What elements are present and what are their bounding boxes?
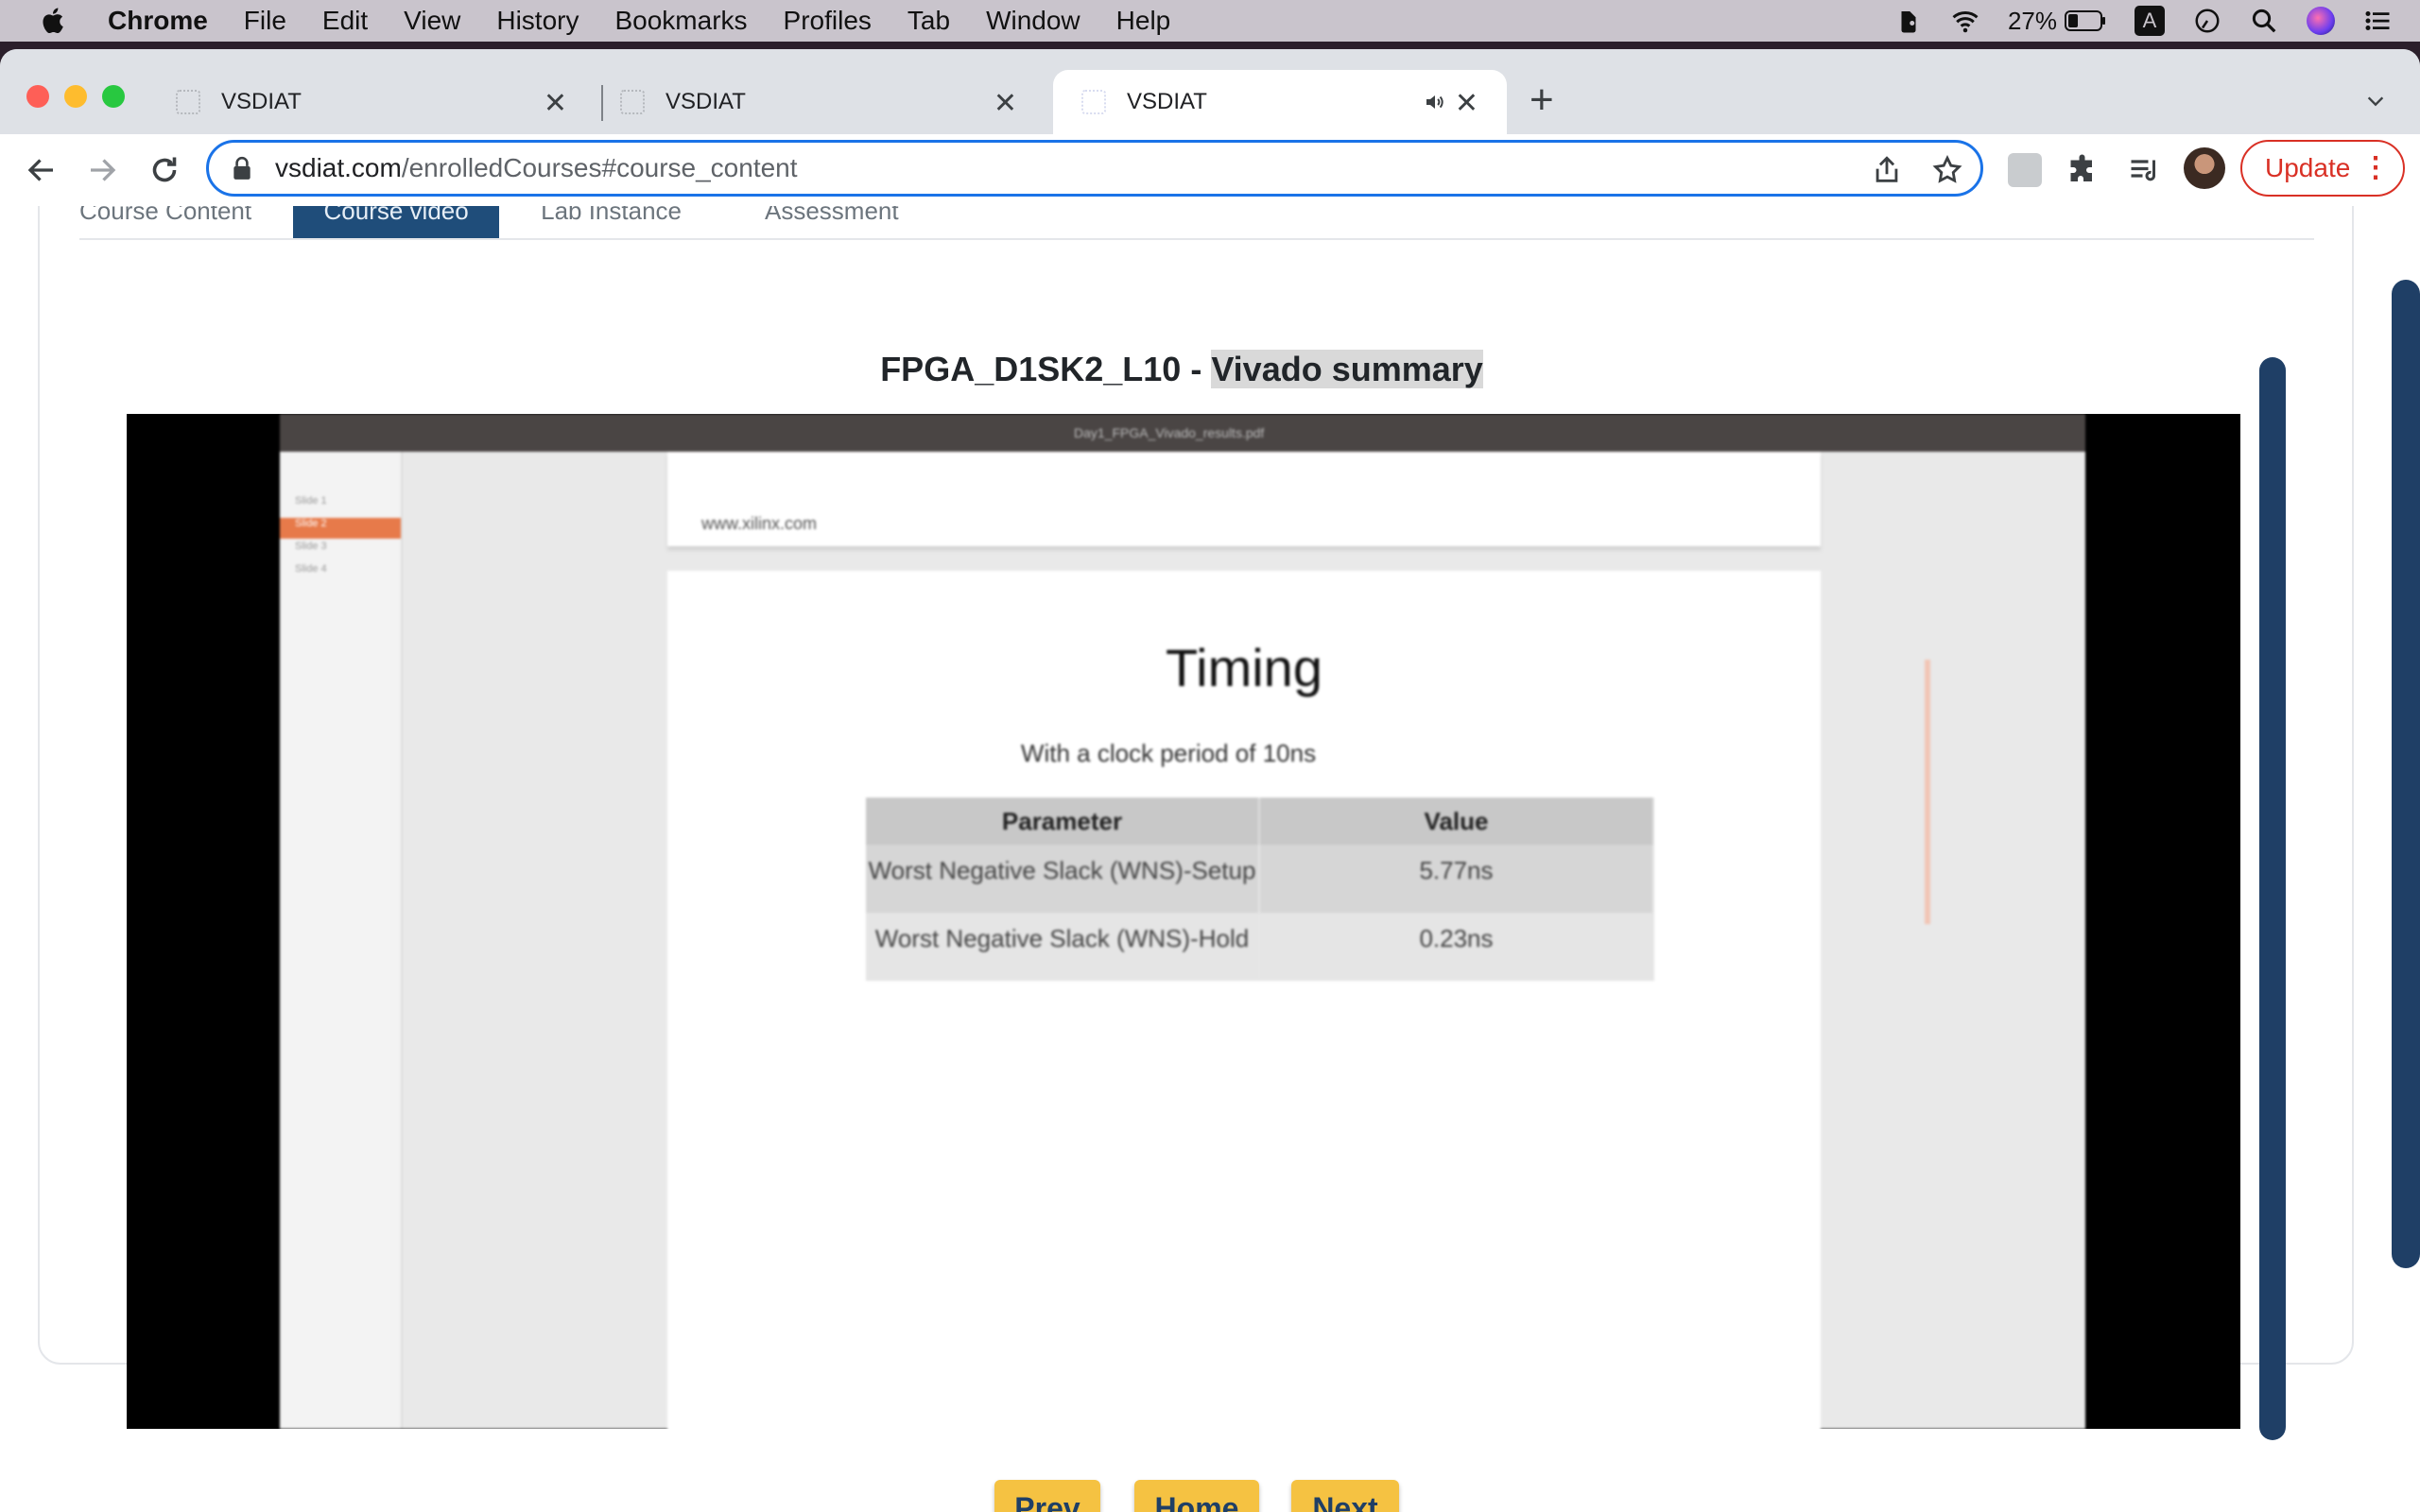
window-zoom-button[interactable] (102, 85, 125, 108)
battery-icon[interactable] (2065, 9, 2106, 32)
tab-search-chevron-down-icon[interactable] (2365, 91, 2386, 112)
pdf-sidebar-item-selected: Slide 2 (280, 518, 401, 539)
tab-close-icon[interactable]: ✕ (544, 87, 567, 120)
menubar-status-area: 27% A (1894, 0, 2420, 42)
pdf-page-url: www.xilinx.com (701, 514, 818, 533)
tab-lab-instance[interactable]: Lab Instance (499, 206, 723, 238)
browser-toolbar: vsdiat.com/enrolledCourses#course_conten… (0, 134, 2420, 206)
pdf-page-current: Timing With a clock period of 10ns Param… (667, 571, 1821, 1429)
update-label: Update (2265, 153, 2351, 182)
tab-assessment[interactable]: Assessment (723, 206, 941, 238)
prev-button[interactable]: Prev (994, 1480, 1100, 1512)
tab-title: VSDIAT (221, 89, 302, 114)
url-path: /enrolledCourses#course_content (401, 153, 798, 182)
next-button[interactable]: Next (1291, 1480, 1399, 1512)
reload-icon[interactable] (147, 153, 182, 187)
table-cell-value: 5.77ns (1259, 845, 1654, 913)
tab-title: VSDIAT (666, 89, 746, 114)
video-title-prefix: FPGA_D1SK2_L10 - (880, 350, 1212, 388)
extension-icon[interactable] (2008, 153, 2042, 187)
tab-title: VSDIAT (1127, 89, 1207, 114)
bookmark-star-icon[interactable] (1931, 154, 1963, 186)
evernote-icon[interactable] (1894, 7, 1923, 35)
clock-app-icon[interactable] (2193, 7, 2221, 35)
chrome-window: VSDIAT ✕ VSDIAT ✕ VSDIAT ✕ + vsdiat.com /… (0, 49, 2420, 1512)
tab-audio-speaker-icon[interactable] (1424, 91, 1446, 113)
apple-logo-icon[interactable] (38, 5, 70, 37)
table-cell-value: 0.23ns (1259, 913, 1654, 981)
video-player[interactable]: Day1_FPGA_Vivado_results.pdf Slide 1 Sli… (127, 414, 2240, 1429)
table-row: Worst Negative Slack (WNS)-Hold 0.23ns (866, 913, 1654, 981)
url-host: vsdiat.com (275, 153, 402, 182)
pdf-viewer-toolbar: Day1_FPGA_Vivado_results.pdf (280, 414, 2085, 452)
menu-help[interactable]: Help (1116, 6, 1171, 36)
chrome-update-button[interactable]: Update ⋮ (2240, 140, 2405, 197)
content-scrollbar[interactable] (2259, 357, 2286, 1440)
spotlight-search-icon[interactable] (2250, 7, 2278, 35)
slide-subtitle: With a clock period of 10ns (1020, 739, 1317, 767)
slide-title: Timing (1166, 638, 1322, 697)
table-header-value: Value (1259, 798, 1654, 845)
browser-tab-2[interactable]: VSDIAT ✕ (620, 70, 1046, 134)
table-header-parameter: Parameter (866, 798, 1260, 845)
tab-close-icon[interactable]: ✕ (1455, 87, 1478, 120)
table-cell-parameter: Worst Negative Slack (WNS)-Hold (866, 913, 1260, 981)
reading-list-icon[interactable] (2127, 153, 2161, 187)
video-title: FPGA_D1SK2_L10 - Vivado summary (0, 350, 2363, 389)
share-icon[interactable] (1871, 154, 1903, 186)
pdf-sidebar: Slide 1 Slide 2 Slide 3 Slide 4 (280, 452, 403, 1429)
pdf-sidebar-item: Slide 3 (295, 541, 327, 552)
lock-icon[interactable] (232, 156, 252, 180)
tab-close-icon[interactable]: ✕ (994, 87, 1017, 120)
wifi-icon[interactable] (1951, 7, 1979, 35)
menu-window[interactable]: Window (986, 6, 1080, 36)
menu-history[interactable]: History (496, 6, 579, 36)
forward-arrow-icon[interactable] (85, 153, 119, 187)
menu-tab[interactable]: Tab (908, 6, 950, 36)
menu-bookmarks[interactable]: Bookmarks (614, 6, 747, 36)
web-page: Course Content Course video Lab Instance… (0, 206, 2420, 1512)
siri-icon[interactable] (2307, 7, 2335, 35)
pdf-sidebar-item: Slide 1 (295, 495, 327, 507)
pdf-scroll-indicator (1925, 660, 1930, 924)
profile-avatar[interactable] (2184, 147, 2225, 189)
input-source-icon[interactable]: A (2135, 6, 2165, 36)
tab-course-content[interactable]: Course Content (79, 206, 293, 238)
course-tabs: Course Content Course video Lab Instance… (79, 206, 941, 238)
pdf-page-previous: www.xilinx.com (667, 452, 1821, 546)
window-close-button[interactable] (26, 85, 49, 108)
tab-favicon-icon (176, 90, 200, 114)
table-cell-parameter: Worst Negative Slack (WNS)-Setup (866, 845, 1260, 913)
more-menu-dots-icon[interactable]: ⋮ (2361, 151, 2390, 185)
new-tab-plus-icon[interactable]: + (1530, 79, 1554, 121)
menu-app-name[interactable]: Chrome (108, 6, 208, 36)
pdf-filename: Day1_FPGA_Vivado_results.pdf (1074, 425, 1265, 440)
menu-view[interactable]: View (404, 6, 460, 36)
video-title-highlight: Vivado summary (1211, 350, 1483, 388)
extensions-puzzle-icon[interactable] (2066, 153, 2100, 187)
page-scrollbar[interactable] (2392, 280, 2420, 1268)
back-arrow-icon[interactable] (25, 153, 59, 187)
menu-profiles[interactable]: Profiles (784, 6, 872, 36)
table-row: Worst Negative Slack (WNS)-Setup 5.77ns (866, 845, 1654, 913)
menu-file[interactable]: File (244, 6, 286, 36)
tab-separator (601, 85, 603, 121)
battery-percent: 27% (2007, 6, 2057, 35)
tabs-divider (79, 238, 2314, 240)
home-button[interactable]: Home (1134, 1480, 1259, 1512)
tab-course-video[interactable]: Course video (293, 206, 500, 238)
timing-table: Parameter Value Worst Negative Slack (WN… (866, 798, 1654, 981)
window-minimize-button[interactable] (64, 85, 87, 108)
tab-strip: VSDIAT ✕ VSDIAT ✕ VSDIAT ✕ + (0, 49, 2420, 134)
macos-menubar: Chrome File Edit View History Bookmarks … (0, 0, 2420, 42)
menu-edit[interactable]: Edit (322, 6, 368, 36)
pdf-sidebar-item: Slide 4 (295, 563, 327, 575)
address-bar[interactable]: vsdiat.com/enrolledCourses#course_conten… (206, 140, 1983, 197)
tab-favicon-icon (1081, 90, 1106, 114)
video-frame-pdf-viewer: Day1_FPGA_Vivado_results.pdf Slide 1 Sli… (280, 414, 2085, 1429)
control-center-icon[interactable] (2363, 7, 2392, 35)
tab-favicon-icon (620, 90, 645, 114)
browser-tab-3-active[interactable]: VSDIAT ✕ (1053, 70, 1507, 134)
browser-tab-1[interactable]: VSDIAT ✕ (170, 70, 596, 134)
